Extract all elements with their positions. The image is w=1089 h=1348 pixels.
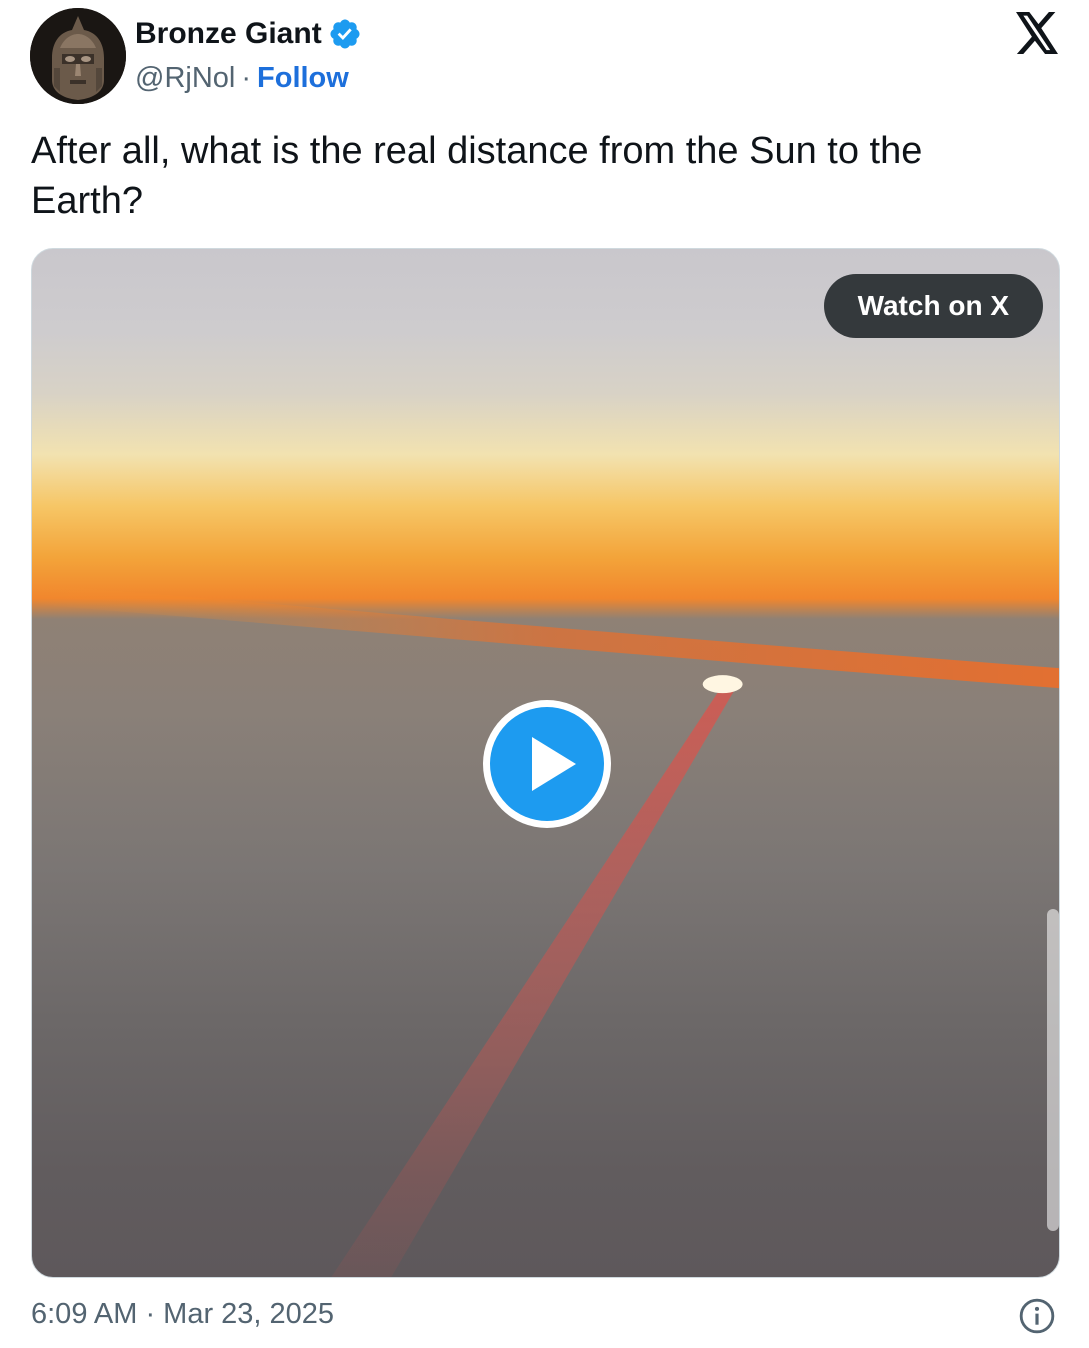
avatar[interactable] <box>30 8 126 104</box>
tweet-text: After all, what is the real distance fro… <box>31 130 923 222</box>
author-name[interactable]: Bronze Giant <box>135 14 322 54</box>
play-icon[interactable] <box>480 697 614 831</box>
x-logo-icon[interactable] <box>1014 12 1060 54</box>
tweet-timestamp[interactable]: 6:09 AM · Mar 23, 2025 <box>31 1294 334 1334</box>
follow-button[interactable]: Follow <box>257 62 349 94</box>
verified-badge-icon <box>330 19 360 49</box>
video-scrub-handle[interactable] <box>1047 909 1059 1231</box>
author-handle[interactable]: @RjNol <box>135 62 235 94</box>
watch-on-x-button[interactable]: Watch on X <box>823 274 1043 338</box>
video-player[interactable]: Watch on X <box>31 248 1060 1278</box>
author-meta: @RjNol · Follow <box>135 58 349 98</box>
meta-separator: · <box>241 62 252 94</box>
info-icon[interactable] <box>1018 1297 1056 1335</box>
bronze-helmet-statue-avatar <box>30 8 126 104</box>
author-name-row[interactable]: Bronze Giant <box>135 14 362 54</box>
tweet-embed: Bronze Giant @RjNol · Follow After all, wh… <box>0 0 1089 1348</box>
